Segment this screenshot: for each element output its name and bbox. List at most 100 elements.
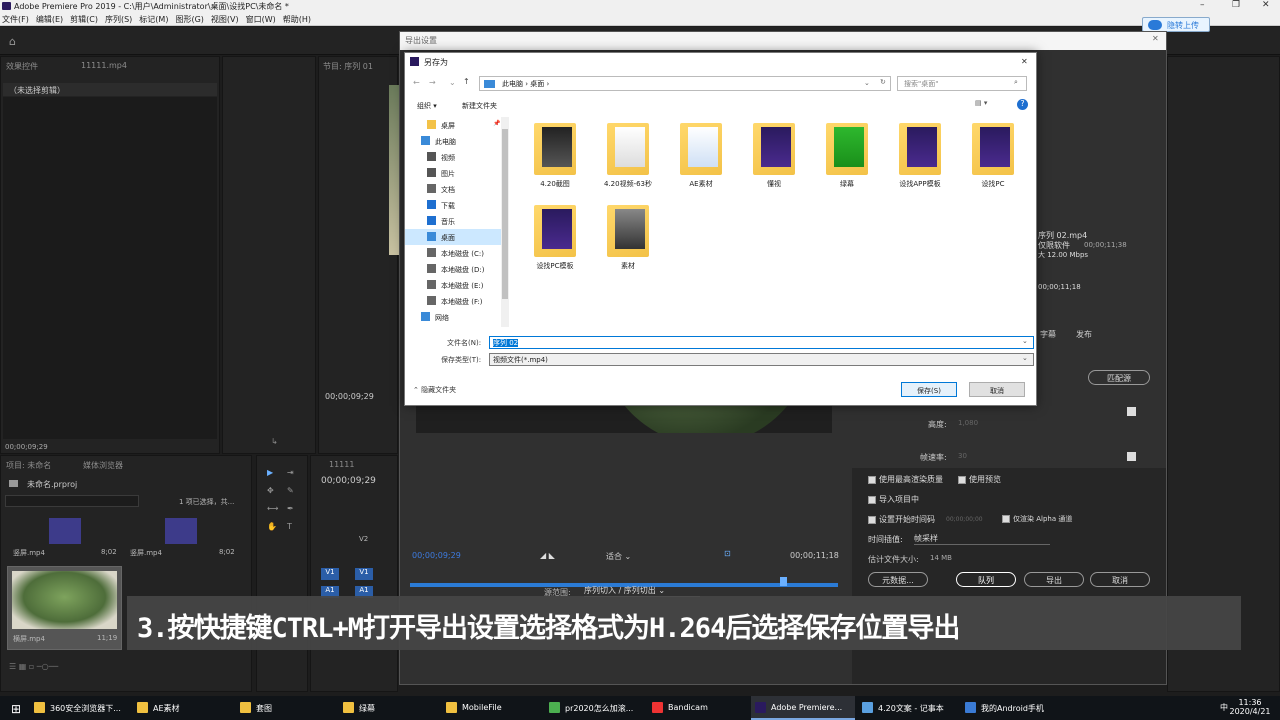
save-dialog-close-icon[interactable]: ✕ (1021, 57, 1028, 66)
nav-scrollbar[interactable] (501, 117, 509, 327)
menu-item[interactable]: 帮助(H) (281, 12, 316, 25)
up-icon[interactable]: ↑ (463, 77, 470, 86)
framerate-checkbox[interactable] (1127, 452, 1136, 461)
track-select-tool-icon[interactable]: ⇥ (287, 468, 294, 477)
clip-thumbnail[interactable] (49, 518, 81, 544)
clip-thumbnail[interactable] (165, 518, 197, 544)
list-view-icon[interactable]: ☰ ▦ ▫ ─○── (9, 662, 58, 671)
save-cancel-button[interactable]: 取消 (969, 382, 1025, 397)
nav-item[interactable]: 本地磁盘 (D:) (405, 261, 508, 277)
tab-effect-controls[interactable]: 效果控件 (6, 61, 38, 72)
taskbar-item[interactable]: AE素材 (133, 696, 233, 720)
program-timecode[interactable]: 00;00;09;29 (325, 392, 374, 401)
folder-item[interactable]: 绿幕 (815, 117, 879, 193)
track-label[interactable]: V2 (359, 535, 368, 543)
search-input[interactable]: 搜索"桌面" ⌕ (897, 76, 1027, 91)
folder-item[interactable]: 设找PC (961, 117, 1025, 193)
menu-item[interactable]: 窗口(W) (244, 12, 281, 25)
nav-item[interactable]: 音乐 (405, 213, 508, 229)
tab-captions[interactable]: 字幕 (1040, 329, 1056, 340)
nav-item[interactable]: 文档 (405, 181, 508, 197)
interp-dropdown[interactable]: 帧采样 (914, 533, 1050, 545)
system-clock[interactable]: 11:36 2020/4/21 (1228, 698, 1272, 716)
folder-item[interactable]: 设找APP模板 (888, 117, 952, 193)
back-icon[interactable]: ← (413, 78, 420, 87)
maximize-icon[interactable]: ❐ (1232, 0, 1240, 10)
taskbar-item[interactable]: Bandicam (648, 696, 748, 720)
save-button[interactable]: 保存(S) (901, 382, 957, 397)
menu-item[interactable]: 图形(G) (173, 12, 208, 25)
breadcrumb-pc[interactable]: 此电脑 (502, 80, 523, 88)
recent-dropdown-icon[interactable]: ⌄ (449, 78, 456, 87)
menu-item[interactable]: 序列(S) (103, 12, 137, 25)
folder-item[interactable]: 懂视 (742, 117, 806, 193)
selection-tool-icon[interactable]: ▶ (267, 468, 273, 477)
minimize-icon[interactable]: – (1200, 0, 1205, 10)
chevron-down-icon[interactable]: ⌄ (1022, 337, 1028, 345)
taskbar-item[interactable]: 绿幕 (339, 696, 439, 720)
match-source-button[interactable]: 匹配源 (1088, 370, 1150, 385)
ripple-edit-tool-icon[interactable]: ✥ (267, 486, 274, 495)
upload-button[interactable]: 隐转上传 (1142, 17, 1210, 32)
playhead-icon[interactable] (780, 577, 787, 586)
chevron-down-icon[interactable]: ⌄ (1022, 354, 1028, 362)
max-quality-checkbox[interactable]: 使用最高渲染质量 (868, 474, 943, 485)
menu-item[interactable]: 编辑(E) (34, 12, 68, 25)
start-timecode-value[interactable]: 00;00;00;00 (946, 516, 983, 523)
export-timecode-in[interactable]: 00;00;09;29 (412, 551, 461, 560)
use-previews-checkbox[interactable]: 使用预览 (958, 474, 1001, 485)
project-search-input[interactable] (5, 495, 139, 507)
windows-start-icon[interactable]: ⊞ (11, 702, 21, 716)
view-options-icon[interactable]: ▤ ▾ (975, 99, 987, 107)
tab-timeline[interactable]: 11111 (329, 460, 354, 469)
alpha-only-checkbox[interactable]: 仅渲染 Alpha 通道 (1002, 514, 1072, 524)
fit-dropdown[interactable]: 适合 ⌄ (606, 551, 631, 562)
address-dropdown-icon[interactable]: ⌄ (864, 79, 870, 87)
menu-item[interactable]: 视图(V) (209, 12, 244, 25)
type-tool-icon[interactable]: T (287, 522, 292, 531)
track-label[interactable]: V1 (355, 568, 373, 580)
nav-item[interactable]: 下载 (405, 197, 508, 213)
taskbar-item[interactable]: 360安全浏览器下... (30, 696, 130, 720)
nav-item[interactable]: 桌面 (405, 229, 508, 245)
taskbar-item[interactable]: 我的Android手机 (961, 696, 1061, 720)
refresh-icon[interactable]: ↻ (880, 78, 886, 86)
pin-icon[interactable]: 📌 (493, 120, 500, 127)
nav-item[interactable]: 图片 (405, 165, 508, 181)
taskbar-item[interactable]: pr2020怎么加滚... (545, 696, 645, 720)
breadcrumb-desktop[interactable]: 桌面 (530, 80, 544, 88)
filetype-select[interactable]: 视频文件(*.mp4) ⌄ (489, 353, 1034, 366)
folder-item[interactable]: 4.20视频-63秒 (596, 117, 660, 193)
nav-item[interactable]: 本地磁盘 (C:) (405, 245, 508, 261)
timeline-timecode[interactable]: 00;00;09;29 (321, 476, 376, 486)
ime-indicator[interactable]: 中 (1220, 702, 1228, 713)
import-project-checkbox[interactable]: 导入项目中 (868, 494, 919, 505)
taskbar-item[interactable]: 套图 (236, 696, 336, 720)
folder-item[interactable]: 4.20截图 (523, 117, 587, 193)
address-bar[interactable]: 此电脑 › 桌面 › ⌄ ↻ (479, 76, 891, 91)
hand-tool-icon[interactable]: ✋ (267, 522, 277, 531)
safe-margin-icon[interactable]: ⊡ (724, 549, 731, 558)
start-timecode-checkbox[interactable]: 设置开始时间码 (868, 514, 935, 525)
nav-item[interactable]: 本地磁盘 (F:) (405, 293, 508, 309)
nav-item[interactable]: 视频 (405, 149, 508, 165)
help-icon[interactable]: ? (1017, 99, 1028, 110)
slip-tool-icon[interactable]: ⟷ (267, 504, 278, 513)
export-button[interactable]: 导出 (1024, 572, 1084, 587)
razor-tool-icon[interactable]: ✎ (287, 486, 294, 495)
framerate-value[interactable]: 30 (958, 452, 967, 460)
menu-item[interactable]: 标记(M) (137, 12, 173, 25)
taskbar-item[interactable]: 4.20文案 - 记事本 (858, 696, 958, 720)
tab-program[interactable]: 节目: 序列 01 (323, 61, 373, 72)
export-timecode-out[interactable]: 00;00;11;18 (790, 551, 839, 560)
nav-item[interactable]: 桌屏 📌 (405, 117, 508, 133)
tab-media-browser[interactable]: 媒体浏览器 (83, 460, 123, 471)
folder-item[interactable]: 素材 (596, 199, 660, 275)
tab-source[interactable]: 11111.mp4 (81, 61, 127, 70)
height-checkbox[interactable] (1127, 407, 1136, 416)
taskbar-item[interactable]: Adobe Premiere... (751, 696, 855, 720)
home-icon[interactable]: ⌂ (9, 35, 16, 48)
mark-in-out-icon[interactable]: ◢ ◣ (540, 551, 555, 560)
menu-item[interactable]: 文件(F) (0, 12, 34, 25)
height-value[interactable]: 1,080 (958, 419, 978, 427)
